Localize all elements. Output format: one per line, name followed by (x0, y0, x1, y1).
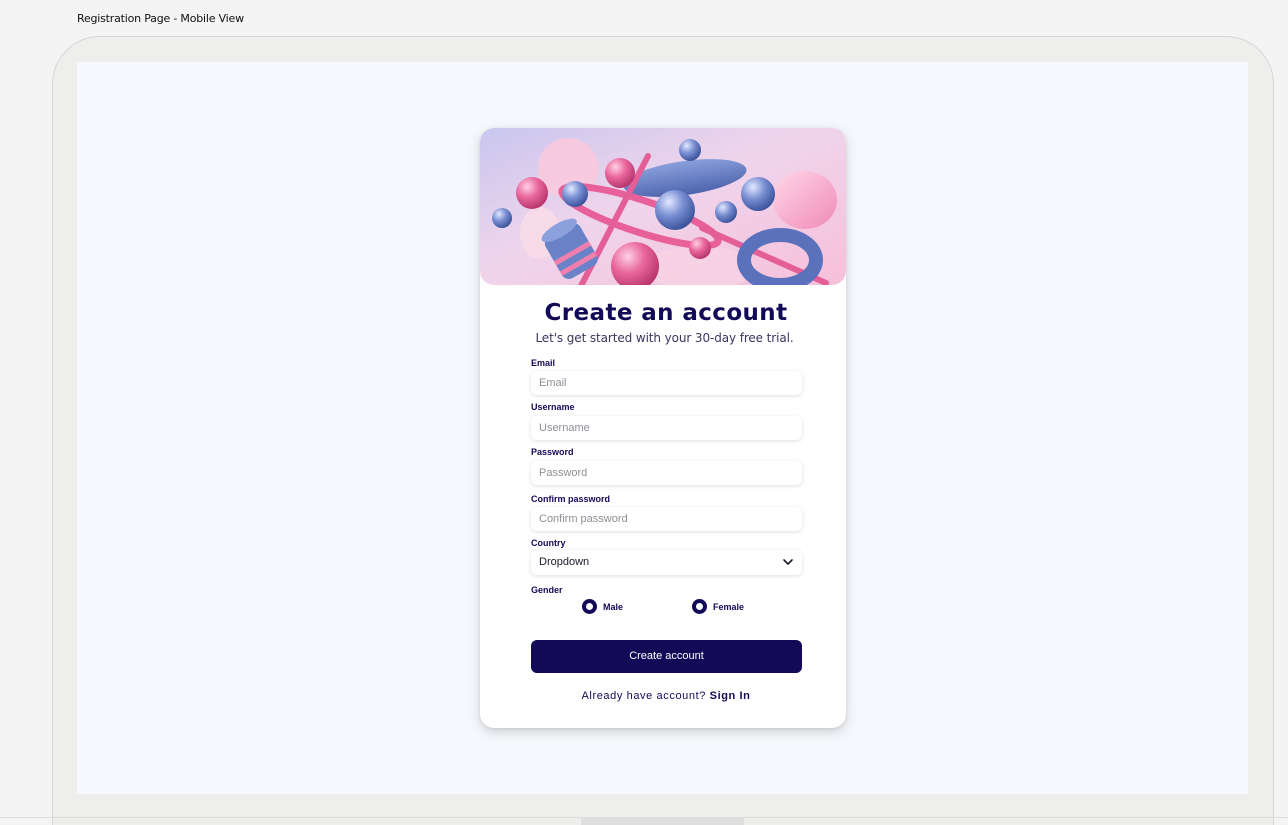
gender-radio-male[interactable]: Male (582, 599, 623, 614)
username-label: Username (531, 402, 575, 412)
hero-illustration (480, 128, 846, 285)
signin-prompt-row: Already have account? Sign In (480, 690, 846, 702)
password-label: Password (531, 447, 574, 457)
username-field[interactable] (531, 416, 802, 440)
abstract-3d-shapes-illustration (480, 128, 846, 285)
radio-label-male: Male (603, 601, 624, 612)
radio-label-female: Female (713, 601, 745, 612)
confirm-password-field[interactable] (531, 507, 802, 531)
confirm-password-label: Confirm password (531, 494, 611, 504)
page-title: Create an account (544, 300, 788, 326)
country-select-value: Dropdown (539, 556, 590, 568)
radio-button-icon (692, 599, 707, 614)
chevron-down-icon (783, 559, 793, 565)
password-field[interactable] (531, 461, 802, 485)
country-label: Country (531, 538, 566, 548)
signin-prompt: Already have account? (581, 690, 706, 702)
country-select[interactable]: Dropdown (531, 550, 802, 575)
create-account-button[interactable]: Create account (531, 640, 802, 673)
frame-title: Registration Page - Mobile View (77, 12, 244, 25)
email-field[interactable] (531, 371, 802, 395)
home-indicator (581, 818, 744, 825)
gender-radio-female[interactable]: Female (692, 599, 744, 614)
signin-link[interactable]: Sign In (710, 690, 751, 702)
email-label: Email (531, 358, 556, 368)
radio-button-icon (582, 599, 597, 614)
page-subtitle: Let's get started with your 30-day free … (535, 331, 794, 345)
gender-label: Gender (531, 585, 563, 595)
registration-card: Create an account Let's get started with… (480, 128, 846, 728)
